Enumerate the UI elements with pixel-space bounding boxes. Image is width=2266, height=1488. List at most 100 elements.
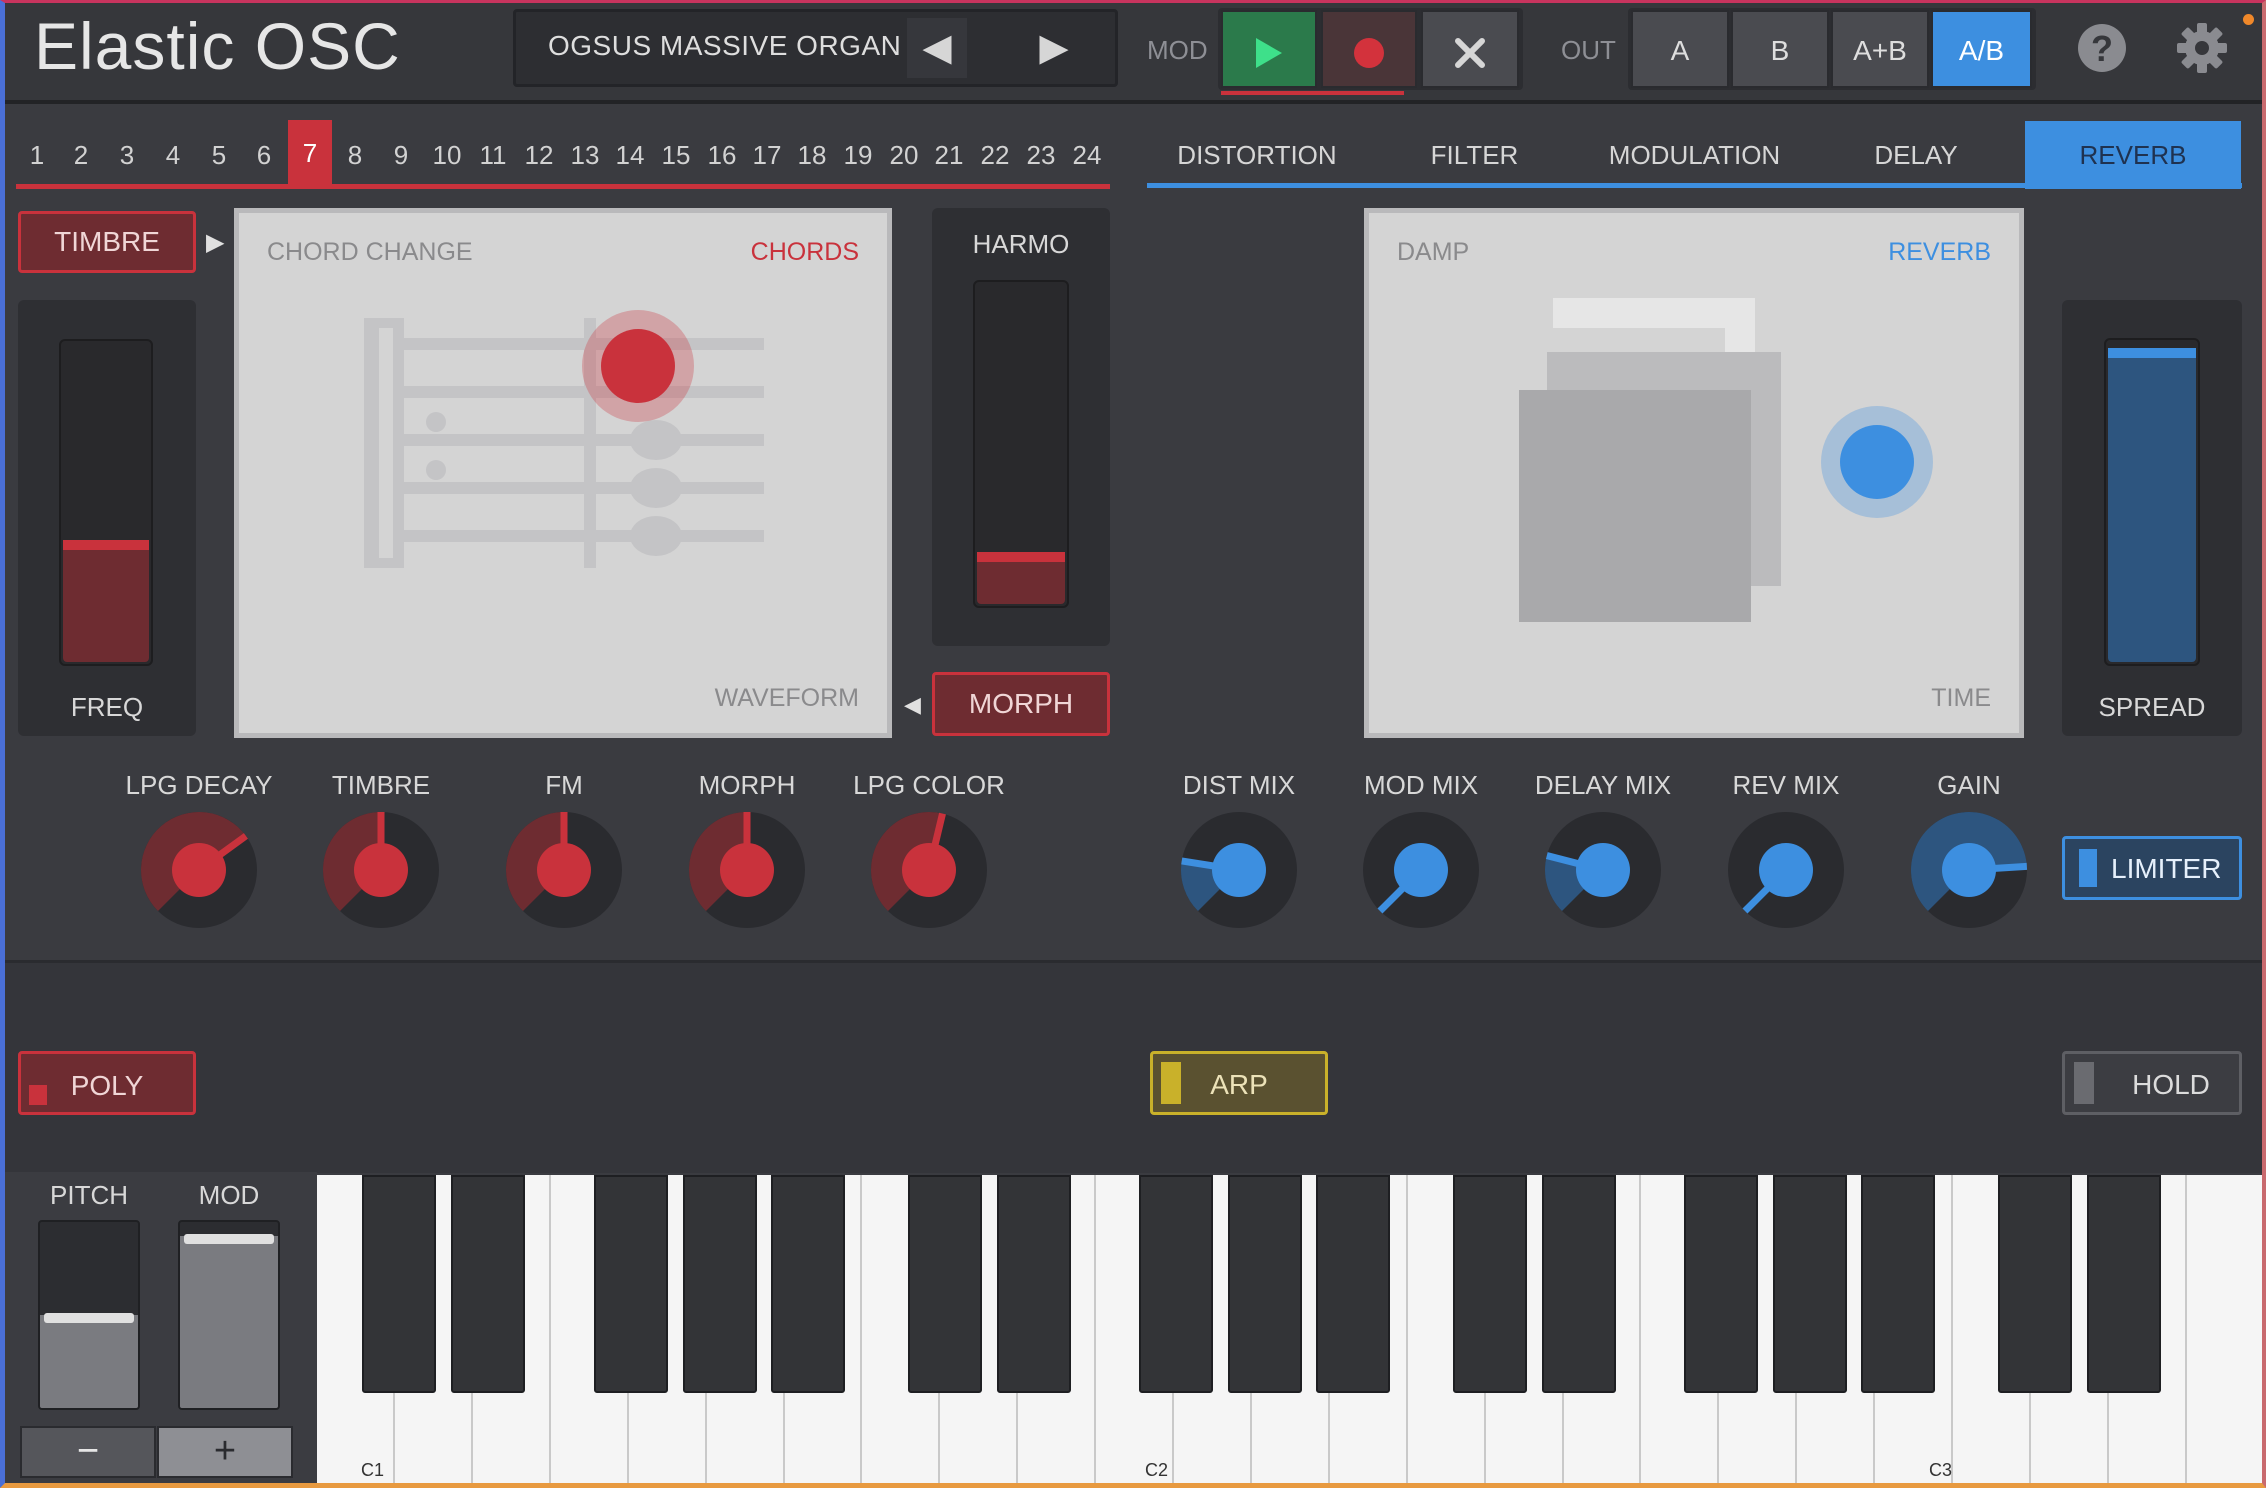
black-key[interactable] bbox=[683, 1175, 757, 1393]
step-4[interactable]: 4 bbox=[158, 140, 188, 171]
black-key[interactable] bbox=[771, 1175, 845, 1393]
black-key[interactable] bbox=[1684, 1175, 1758, 1393]
knob-left-1-knob[interactable] bbox=[319, 808, 443, 932]
tab-reverb[interactable]: REVERB bbox=[2025, 121, 2241, 189]
out-option-a-slash-b[interactable]: A/B bbox=[1931, 10, 2032, 88]
step-22[interactable]: 22 bbox=[977, 140, 1013, 171]
step-3[interactable]: 3 bbox=[112, 140, 142, 171]
reverb-xy-pad[interactable]: DAMP REVERB TIME bbox=[1364, 208, 2024, 738]
mod-record-button[interactable] bbox=[1321, 10, 1417, 88]
knob-left-0-knob[interactable] bbox=[137, 808, 261, 932]
black-key[interactable] bbox=[1861, 1175, 1935, 1393]
step-2[interactable]: 2 bbox=[66, 140, 96, 171]
tab-filter[interactable]: FILTER bbox=[1367, 121, 1582, 189]
step-8[interactable]: 8 bbox=[340, 140, 370, 171]
out-option-b[interactable]: B bbox=[1731, 10, 1829, 88]
mod-wheel-fill bbox=[180, 1236, 278, 1408]
black-key[interactable] bbox=[1228, 1175, 1302, 1393]
tab-delay[interactable]: DELAY bbox=[1807, 121, 2025, 189]
preset-name[interactable]: OGSUS MASSIVE ORGAN bbox=[548, 30, 901, 62]
step-21[interactable]: 21 bbox=[931, 140, 967, 171]
step-1[interactable]: 1 bbox=[22, 140, 52, 171]
reverb-pad-cursor[interactable] bbox=[1840, 425, 1914, 499]
tab-distortion[interactable]: DISTORTION bbox=[1147, 121, 1367, 189]
question-icon[interactable]: ? bbox=[2078, 24, 2126, 72]
hold-indicator bbox=[2074, 1062, 2094, 1104]
mod-clear-button[interactable] bbox=[1421, 10, 1519, 88]
out-option-a-plus-b[interactable]: A+B bbox=[1831, 10, 1929, 88]
poly-button[interactable]: POLY bbox=[18, 1051, 196, 1115]
black-key[interactable] bbox=[1542, 1175, 1616, 1393]
pad-x-label: TIME bbox=[1931, 684, 1991, 712]
step-14[interactable]: 14 bbox=[612, 140, 648, 171]
step-6[interactable]: 6 bbox=[249, 140, 279, 171]
step-19[interactable]: 19 bbox=[840, 140, 876, 171]
freq-slider-handle[interactable] bbox=[63, 540, 149, 550]
black-key[interactable] bbox=[451, 1175, 525, 1393]
step-13[interactable]: 13 bbox=[567, 140, 603, 171]
step-12[interactable]: 12 bbox=[521, 140, 557, 171]
chord-xy-pad[interactable]: CHORD CHANGE CHORDS WAVEFORM bbox=[234, 208, 892, 738]
knob-left-2-knob[interactable] bbox=[502, 808, 626, 932]
black-key[interactable] bbox=[1316, 1175, 1390, 1393]
limiter-button[interactable]: LIMITER bbox=[2062, 836, 2242, 900]
step-18[interactable]: 18 bbox=[794, 140, 830, 171]
black-key[interactable] bbox=[1453, 1175, 1527, 1393]
tab-modulation[interactable]: MODULATION bbox=[1582, 121, 1807, 189]
black-key[interactable] bbox=[1139, 1175, 1213, 1393]
chord-pad-cursor[interactable] bbox=[601, 329, 675, 403]
morph-button[interactable]: MORPH bbox=[932, 672, 1110, 736]
black-key[interactable] bbox=[1773, 1175, 1847, 1393]
timbre-button[interactable]: TIMBRE bbox=[18, 211, 196, 273]
mod-play-button[interactable] bbox=[1221, 10, 1317, 88]
black-key[interactable] bbox=[2087, 1175, 2161, 1393]
freq-slider[interactable] bbox=[59, 339, 153, 666]
octave-down-button[interactable]: − bbox=[20, 1426, 156, 1478]
mod-wheel[interactable] bbox=[178, 1220, 280, 1410]
preset-prev-button[interactable]: ◀ bbox=[907, 18, 967, 78]
step-23[interactable]: 23 bbox=[1023, 140, 1059, 171]
notification-dot bbox=[2243, 14, 2254, 25]
step-11[interactable]: 11 bbox=[475, 140, 511, 171]
knob-left-3-knob-cap bbox=[720, 843, 774, 897]
gear-icon[interactable] bbox=[2176, 22, 2228, 74]
step-9[interactable]: 9 bbox=[386, 140, 416, 171]
harmo-slider-handle[interactable] bbox=[977, 552, 1065, 562]
step-15[interactable]: 15 bbox=[658, 140, 694, 171]
knob-left-4-knob[interactable] bbox=[867, 808, 991, 932]
preset-next-button[interactable]: ▶ bbox=[1024, 18, 1084, 78]
black-key[interactable] bbox=[594, 1175, 668, 1393]
knob-right-0-knob[interactable] bbox=[1177, 808, 1301, 932]
black-key[interactable] bbox=[997, 1175, 1071, 1393]
step-24[interactable]: 24 bbox=[1069, 140, 1105, 171]
black-key[interactable] bbox=[908, 1175, 982, 1393]
hold-button[interactable]: HOLD bbox=[2062, 1051, 2242, 1115]
octave-up-button[interactable]: + bbox=[157, 1426, 293, 1478]
step-10[interactable]: 10 bbox=[429, 140, 465, 171]
knob-right-4-knob[interactable] bbox=[1907, 808, 2031, 932]
arp-button[interactable]: ARP bbox=[1150, 1051, 1328, 1115]
harmo-slider[interactable] bbox=[973, 280, 1069, 608]
black-key[interactable] bbox=[1998, 1175, 2072, 1393]
step-17[interactable]: 17 bbox=[749, 140, 785, 171]
step-5[interactable]: 5 bbox=[204, 140, 234, 171]
triangle-right-icon: ▶ bbox=[206, 229, 225, 256]
out-option-a[interactable]: A bbox=[1631, 10, 1729, 88]
pitch-wheel[interactable] bbox=[38, 1220, 140, 1410]
step-7[interactable]: 7 bbox=[288, 120, 332, 184]
black-key[interactable] bbox=[362, 1175, 436, 1393]
pad-y-label: CHORD CHANGE bbox=[267, 238, 473, 266]
step-20[interactable]: 20 bbox=[886, 140, 922, 171]
knob-right-3-knob[interactable] bbox=[1724, 808, 1848, 932]
mod-wheel-handle[interactable] bbox=[184, 1234, 274, 1244]
spread-slider[interactable] bbox=[2104, 338, 2200, 666]
step-16[interactable]: 16 bbox=[704, 140, 740, 171]
knob-left-3-knob[interactable] bbox=[685, 808, 809, 932]
knob-left-2-knob-cap bbox=[537, 843, 591, 897]
app-title: Elastic OSC bbox=[34, 9, 401, 83]
white-key[interactable] bbox=[2187, 1175, 2265, 1488]
knob-right-1-knob[interactable] bbox=[1359, 808, 1483, 932]
knob-right-2-knob[interactable] bbox=[1541, 808, 1665, 932]
pitch-wheel-handle[interactable] bbox=[44, 1313, 134, 1323]
spread-slider-handle[interactable] bbox=[2108, 348, 2196, 358]
